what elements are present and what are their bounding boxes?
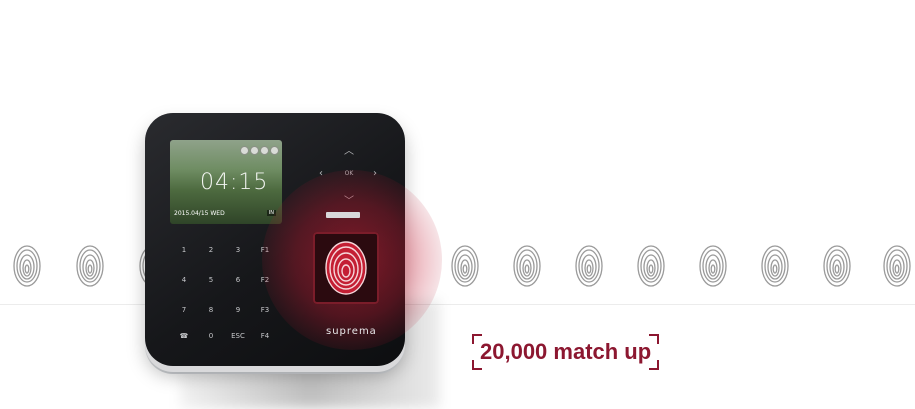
fingerprint-icon <box>13 245 41 287</box>
status-icon <box>240 146 249 155</box>
fingerprint-icon <box>575 245 603 287</box>
floor-line <box>0 304 915 305</box>
fingerprint-icon <box>823 245 851 287</box>
sensor-led <box>326 212 360 218</box>
bracket-corner <box>649 360 660 370</box>
fingerprint-icon <box>761 245 789 287</box>
fingerprint-icon <box>325 241 367 295</box>
keypad-key: 4 <box>181 276 187 284</box>
fingerprint-icon <box>451 245 479 287</box>
brand-logo: suprema <box>326 326 377 337</box>
keypad-key: ESC <box>231 332 245 340</box>
fingerprint-row <box>13 245 911 287</box>
tagline: 20,000 match up <box>472 334 660 370</box>
keypad-key: 9 <box>235 306 241 314</box>
fingerprint-icon <box>637 245 665 287</box>
fingerprint-icon <box>76 245 104 287</box>
screen-time: 04:15 <box>200 170 269 195</box>
product-scene: 04:15 2015.04/15 WED IN ︿ ‹ OK › ﹀ 1 2 3… <box>0 0 915 409</box>
keypad-key: F4 <box>260 332 270 340</box>
bracket-corner <box>472 334 482 344</box>
status-icon <box>250 146 259 155</box>
bracket-corner <box>472 360 482 370</box>
fingerprint-icon <box>883 245 911 287</box>
status-icon <box>270 146 279 155</box>
keypad-key: 7 <box>181 306 187 314</box>
keypad-key: 6 <box>235 276 241 284</box>
up-arrow-icon: ︿ <box>344 146 354 157</box>
screen-date: 2015.04/15 WED <box>174 210 225 217</box>
keypad-key: F3 <box>260 306 270 314</box>
bracket-corner <box>649 334 660 344</box>
keypad-key: 1 <box>181 246 187 254</box>
keypad-key: 5 <box>208 276 214 284</box>
status-icon <box>260 146 269 155</box>
keypad-key: ☎ <box>179 332 189 340</box>
device-screen: 04:15 2015.04/15 WED IN <box>170 140 282 224</box>
fingerprint-icon <box>513 245 541 287</box>
keypad-key: 3 <box>235 246 241 254</box>
keypad-key: 2 <box>208 246 214 254</box>
keypad-key: 0 <box>208 332 214 340</box>
fingerprint-icon <box>699 245 727 287</box>
keypad-key: 8 <box>208 306 214 314</box>
tagline-text: 20,000 match up <box>480 339 652 364</box>
